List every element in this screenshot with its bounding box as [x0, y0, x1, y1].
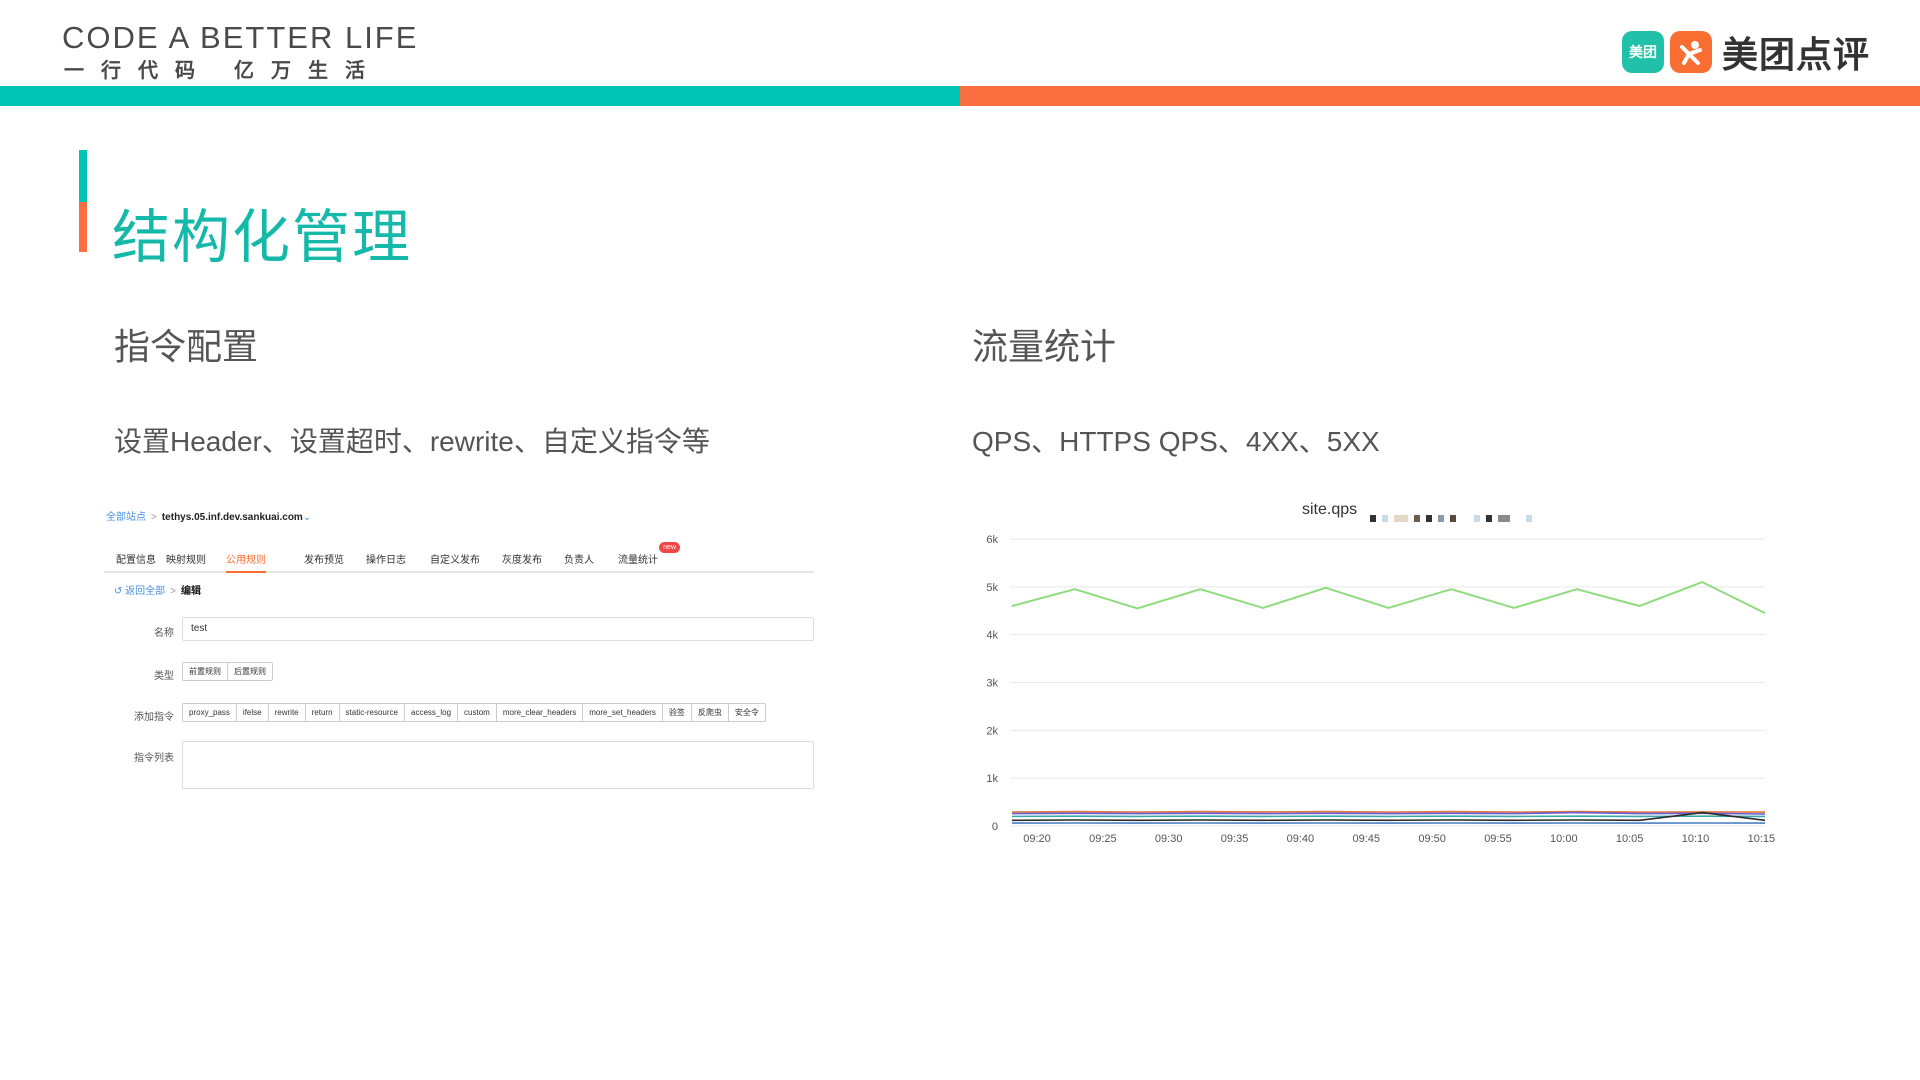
directive-button-ifelse[interactable]: ifelse: [235, 703, 269, 722]
breadcrumb-home-link[interactable]: 全部站点: [106, 512, 146, 523]
sub-breadcrumb: ↺ 返回全部 > 编辑: [114, 586, 202, 597]
type-option-1[interactable]: 后置规则: [227, 662, 273, 681]
tab-1[interactable]: 映射规则: [166, 547, 206, 573]
tab-label: 公用规则: [226, 555, 266, 566]
left-section-desc: 设置Header、设置超时、rewrite、自定义指令等: [114, 426, 710, 457]
y-tick-label: 4k: [986, 630, 998, 642]
left-section-title: 指令配置: [114, 326, 259, 367]
new-badge: new: [659, 542, 680, 553]
x-tick-label: 09:45: [1352, 833, 1380, 845]
directive-button-more_set_headers[interactable]: more_set_headers: [582, 703, 663, 722]
breadcrumb-host-select[interactable]: tethys.05.inf.dev.sankuai.com: [162, 512, 303, 523]
chevron-down-icon[interactable]: ⌄: [303, 512, 311, 523]
tab-5[interactable]: 自定义发布: [430, 547, 480, 573]
x-tick-label: 09:35: [1221, 833, 1249, 845]
x-tick-label: 09:55: [1484, 833, 1512, 845]
title-marker-orange: [79, 202, 87, 252]
meituan-logo-icon: 美团: [1621, 31, 1664, 73]
tab-label: 负责人: [564, 555, 594, 566]
header-bar-orange: [960, 86, 1920, 106]
tab-label: 自定义发布: [430, 555, 480, 566]
tab-label: 映射规则: [166, 555, 206, 566]
tab-8[interactable]: 流量统计 new: [618, 542, 680, 573]
type-label: 类型: [154, 671, 174, 682]
directive-button-rewrite[interactable]: rewrite: [267, 703, 306, 722]
title-marker-teal: [79, 150, 87, 202]
brand-slogan-en: CODE A BETTER LIFE: [62, 20, 419, 55]
page-title: 结构化管理: [112, 205, 413, 270]
header-bar-teal: [0, 86, 960, 106]
tab-label: 流量统计: [618, 555, 658, 566]
directive-button-more_clear_headers[interactable]: more_clear_headers: [495, 703, 584, 722]
directive-config-screenshot: 全部站点 > tethys.05.inf.dev.sankuai.com⌄ 配置信息…: [104, 503, 814, 803]
y-tick-label: 6k: [986, 534, 998, 546]
directive-button-proxy_pass[interactable]: proxy_pass: [182, 703, 237, 722]
tab-label: 发布预览: [304, 555, 344, 566]
directive-button-group: proxy_pass ifelse rewrite return static-reso…: [182, 703, 766, 722]
directive-button-验签[interactable]: 验签: [661, 703, 692, 722]
series-line-2: [1011, 811, 1766, 815]
legend-redacted: [1370, 510, 1600, 522]
tab-6[interactable]: 灰度发布: [502, 547, 542, 573]
directive-button-return[interactable]: return: [304, 703, 340, 722]
breadcrumb: 全部站点 > tethys.05.inf.dev.sankuai.com⌄: [106, 512, 312, 523]
tab-label: 操作日志: [366, 555, 406, 566]
directive-list-label: 指令列表: [134, 753, 174, 764]
tab-4[interactable]: 操作日志: [366, 547, 406, 573]
brand-slogan-cn: 一行代码 亿万生活: [64, 54, 382, 83]
back-all-link[interactable]: 返回全部: [125, 586, 165, 597]
legend-swatches: [1370, 515, 1532, 522]
y-tick-label: 3k: [986, 678, 998, 690]
directive-list-area[interactable]: [182, 741, 814, 789]
type-radio-group: 前置规则 后置规则: [182, 662, 273, 681]
directive-button-access_log[interactable]: access_log: [404, 703, 459, 722]
add-directive-label: 添加指令: [134, 712, 174, 723]
brand-slogan-cn-right: 亿万生活: [234, 60, 382, 82]
tab-label: 配置信息: [116, 555, 156, 566]
series-line-1: [1011, 810, 1766, 813]
x-tick-label: 10:10: [1682, 833, 1710, 845]
company-logo: 美团 美团点评: [1621, 26, 1870, 78]
right-section-desc: QPS、HTTPS QPS、4XX、5XX: [972, 426, 1380, 457]
y-tick-label: 0: [992, 821, 998, 833]
y-tick-label: 1k: [986, 773, 998, 785]
tab-label: 灰度发布: [502, 555, 542, 566]
tab-bar: 配置信息 映射规则 公用规则 发布预览 操作日志 自定义发布 灰度发布 负责人 流量统计 new: [104, 542, 814, 573]
tab-2[interactable]: 公用规则: [226, 547, 266, 573]
right-section-title: 流量统计: [972, 326, 1117, 367]
qps-chart: site.qps 0 1k 2k 3k 4k 5k 6k 09:20 09:25 09:30 09:…: [960, 495, 1780, 855]
x-tick-label: 10:15: [1748, 833, 1776, 845]
logo-text: 美团点评: [1721, 34, 1870, 75]
x-tick-label: 09:25: [1089, 833, 1117, 845]
name-label: 名称: [154, 628, 174, 639]
y-tick-label: 5k: [986, 582, 998, 594]
directive-button-反爬虫[interactable]: 反爬虫: [690, 703, 729, 722]
y-tick-label: 2k: [986, 725, 998, 737]
directive-button-static-resource[interactable]: static-resource: [338, 703, 405, 722]
chart-title: site.qps: [1302, 501, 1358, 518]
tab-0[interactable]: 配置信息: [116, 547, 156, 573]
chart-canvas: 0 1k 2k 3k 4k 5k 6k 09:20 09:25 09:30 09:35 09:40 09…: [986, 534, 1776, 845]
directive-button-安全令[interactable]: 安全令: [727, 703, 766, 722]
directive-button-custom[interactable]: custom: [457, 703, 497, 722]
tab-7[interactable]: 负责人: [564, 547, 594, 573]
x-tick-label: 09:40: [1287, 833, 1315, 845]
x-tick-label: 09:50: [1418, 833, 1446, 845]
x-tick-label: 09:20: [1023, 833, 1051, 845]
x-tick-label: 10:05: [1616, 833, 1644, 845]
brand-slogan-cn-left: 一行代码: [64, 60, 212, 82]
x-tick-label: 09:30: [1155, 833, 1183, 845]
x-tick-label: 10:00: [1550, 833, 1578, 845]
back-icon[interactable]: ↺: [114, 586, 122, 597]
current-crumb: 编辑: [181, 586, 202, 597]
tab-3[interactable]: 发布预览: [304, 547, 344, 573]
type-option-0[interactable]: 前置规则: [182, 662, 228, 681]
name-input[interactable]: test: [182, 617, 814, 641]
dianping-logo-icon: [1669, 31, 1712, 73]
